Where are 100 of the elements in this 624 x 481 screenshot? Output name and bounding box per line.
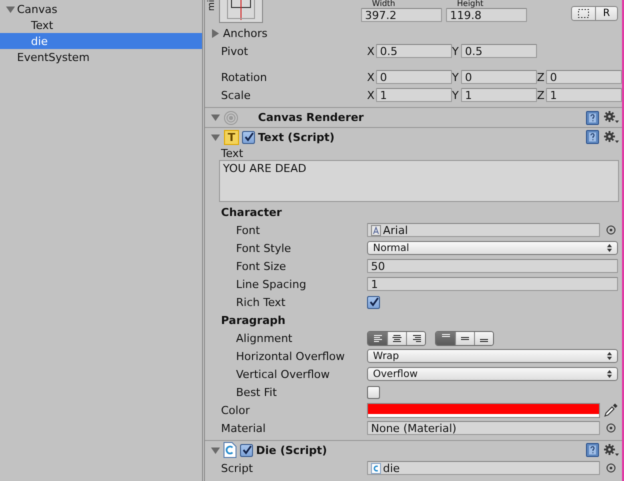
property-label: Text	[220, 146, 244, 160]
gear-icon[interactable]	[604, 444, 619, 456]
checkbox[interactable]	[367, 386, 380, 398]
help-book-icon[interactable]	[586, 443, 599, 457]
object-field[interactable]: None (Material)	[367, 421, 600, 435]
hierarchy-item[interactable]: Canvas	[0, 1, 202, 17]
expand-arrow-icon[interactable]	[211, 132, 220, 142]
dropdown-arrows-icon	[607, 370, 612, 378]
expand-arrow-icon[interactable]	[6, 4, 15, 14]
alignment-button[interactable]	[406, 332, 425, 344]
component-title: Die (Script)	[256, 444, 328, 456]
gear-icon[interactable]	[604, 111, 619, 124]
picker-icon[interactable]	[606, 423, 616, 433]
eyedropper-icon[interactable]	[604, 403, 618, 417]
dropdown-arrows-icon	[607, 352, 612, 360]
property-label: Font	[235, 224, 261, 236]
hierarchy-item[interactable]: EventSystem	[0, 49, 202, 65]
alignment-button[interactable]	[436, 332, 455, 344]
alignment-button[interactable]	[387, 332, 406, 344]
anchor-preset-button[interactable]	[219, 0, 263, 23]
number-field[interactable]: 1	[461, 88, 537, 102]
property-label: Horizontal Overflow	[235, 350, 346, 362]
axis-label: X	[367, 70, 376, 84]
script-file-icon	[223, 442, 237, 458]
property-label: Best Fit	[235, 386, 278, 398]
text-area[interactable]: YOU ARE DEAD	[219, 160, 619, 202]
help-book-icon[interactable]	[586, 110, 599, 124]
number-field[interactable]: 397.2	[361, 8, 442, 22]
gear-icon[interactable]	[604, 130, 619, 144]
foldout-label[interactable]: Anchors	[223, 26, 268, 40]
component-enabled-checkbox[interactable]	[242, 130, 255, 144]
align-middle-icon	[461, 336, 469, 340]
property-label: Rotation	[220, 70, 268, 84]
section-heading: Paragraph	[220, 314, 286, 326]
property-label: Scale	[220, 88, 252, 102]
align-top-icon	[442, 334, 450, 337]
checkbox[interactable]	[367, 296, 380, 308]
property-label: Color	[220, 404, 251, 416]
property-label: Line Spacing	[235, 278, 308, 290]
component-title: Canvas Renderer	[258, 111, 364, 124]
number-field[interactable]: 0	[546, 70, 622, 84]
property-label: Vertical Overflow	[235, 368, 331, 380]
picker-icon[interactable]	[606, 463, 616, 473]
hierarchy-item[interactable]: Text	[0, 17, 202, 33]
number-field[interactable]: 0	[376, 70, 452, 84]
property-label: Rich Text	[235, 296, 286, 308]
number-field[interactable]: 50	[367, 259, 618, 273]
expand-arrow-icon[interactable]	[211, 113, 220, 122]
align-center-icon	[392, 334, 402, 342]
number-field[interactable]: 0	[461, 70, 537, 84]
dropdown[interactable]: Normal	[367, 241, 618, 255]
raw-edit-button[interactable]: R	[596, 6, 618, 21]
hierarchy-item[interactable]: die	[0, 33, 202, 49]
side-label: mi	[208, 0, 217, 11]
blueprint-mode-button[interactable]	[571, 6, 596, 21]
axis-label: Z	[537, 70, 546, 84]
number-field[interactable]: 1	[376, 88, 452, 102]
number-field[interactable]: 119.8	[446, 8, 527, 22]
axis-label: Y	[452, 44, 460, 58]
expand-arrow-icon[interactable]	[211, 28, 220, 38]
property-label: Alignment	[235, 332, 294, 344]
alignment-button[interactable]	[474, 332, 493, 344]
axis-label: Z	[537, 88, 546, 102]
script-asset-icon	[371, 462, 381, 474]
axis-label: Y	[452, 88, 460, 102]
object-field[interactable]: die	[367, 461, 600, 475]
object-field[interactable]: Arial	[367, 223, 600, 237]
axis-label: X	[367, 44, 376, 58]
dropdown[interactable]: Overflow	[367, 367, 618, 381]
eye-icon	[223, 110, 239, 126]
property-label: Font Size	[235, 260, 288, 272]
alignment-button[interactable]	[455, 332, 474, 344]
text-component-icon: T	[224, 130, 239, 144]
picker-icon[interactable]	[606, 225, 616, 235]
dropdown[interactable]: Wrap	[367, 349, 618, 363]
expand-arrow-icon[interactable]	[211, 446, 220, 454]
section-heading: Character	[220, 206, 283, 218]
number-field[interactable]: 0.5	[376, 44, 452, 58]
number-field[interactable]: 1	[546, 88, 622, 102]
number-field[interactable]: 0.5	[461, 44, 537, 58]
property-label: Font Style	[235, 242, 292, 254]
alignment-button[interactable]	[368, 332, 387, 344]
dropdown-arrows-icon	[607, 244, 612, 252]
align-bottom-icon	[480, 339, 488, 342]
align-right-icon	[411, 334, 421, 342]
number-field[interactable]: 1	[367, 277, 618, 291]
help-book-icon[interactable]	[586, 130, 599, 144]
property-label: Pivot	[220, 44, 250, 58]
property-label: Material	[220, 422, 267, 434]
size-label: Width	[371, 0, 396, 8]
axis-label: Y	[452, 70, 460, 84]
dashed-square-icon	[578, 9, 590, 18]
size-label: Height	[456, 0, 484, 8]
property-label: Script	[220, 462, 254, 474]
component-title: Text (Script)	[258, 130, 335, 144]
color-field[interactable]	[367, 402, 600, 418]
font-asset-icon	[371, 224, 381, 236]
component-enabled-checkbox[interactable]	[240, 444, 253, 456]
align-left-icon	[372, 334, 382, 342]
axis-label: X	[367, 88, 376, 102]
